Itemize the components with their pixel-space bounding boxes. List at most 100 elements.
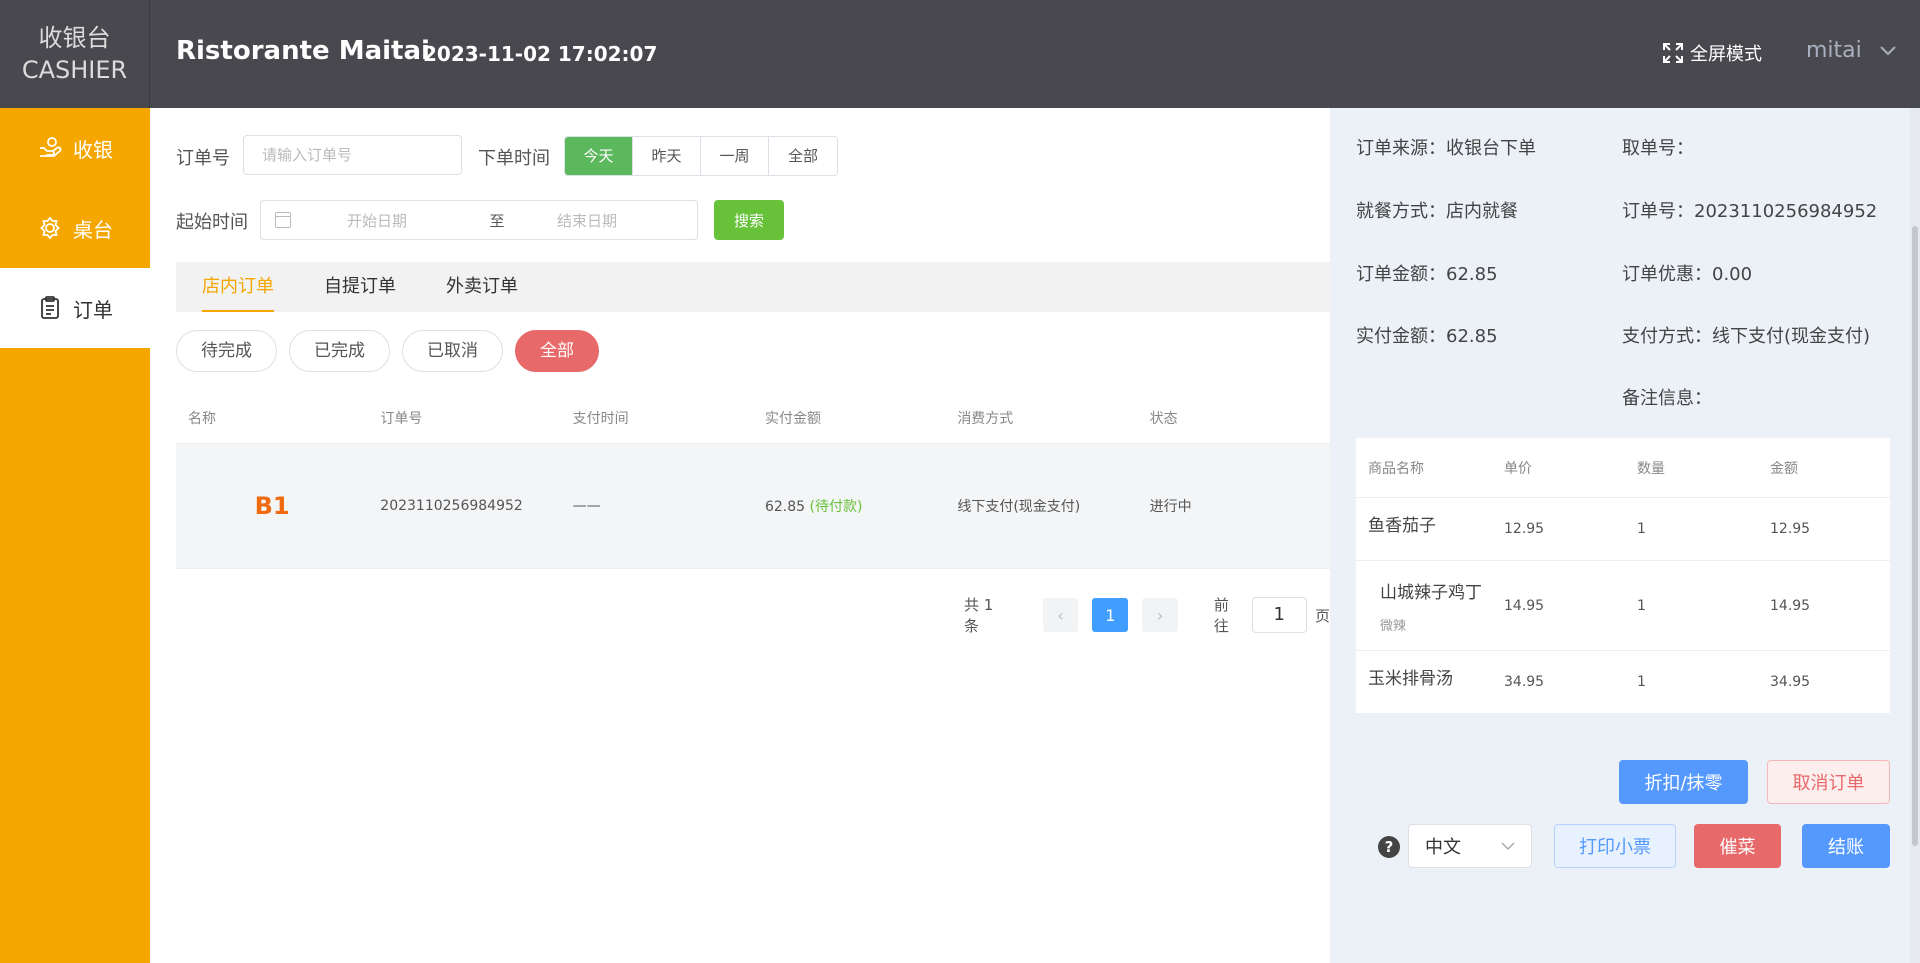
row-amount: 62.85 (待付款) (753, 496, 945, 516)
order-time-label: 下单时间 (478, 148, 550, 169)
status-filter: 待完成 已完成 已取消 全部 (176, 330, 599, 372)
next-page-button[interactable]: › (1142, 598, 1178, 632)
list-item: 鱼香茄子 12.95 1 12.95 (1356, 498, 1890, 561)
cancel-order-button[interactable]: 取消订单 (1767, 760, 1890, 804)
row-pay-time: —— (572, 498, 601, 514)
row-name: B1 (254, 492, 290, 520)
chevron-right-icon: › (1156, 605, 1164, 625)
app-logo: 收银台 CASHIER (0, 0, 150, 108)
range-separator: 至 (489, 211, 505, 230)
detail-order-no: 订单号：2023110256984952 (1622, 201, 1878, 222)
order-list-area: 订单号 下单时间 今天 昨天 一周 全部 起始时间 开始日期 至 结束日期 搜索… (150, 108, 1330, 963)
item-name: 玉米排骨汤 (1368, 668, 1453, 689)
chevron-left-icon: ‹ (1057, 605, 1064, 625)
sidebar-item-cashier[interactable]: 收银 (0, 108, 150, 188)
row-order-no: 2023110256984952 (380, 498, 523, 514)
status-completed[interactable]: 已完成 (289, 330, 390, 372)
time-option-all[interactable]: 全部 (769, 137, 837, 175)
item-total: 34.95 (1770, 674, 1811, 690)
page-jump: 前往 1 页 (1214, 594, 1330, 636)
item-spec: 微辣 (1380, 618, 1407, 634)
table-row[interactable]: B1 2023110256984952 —— 62.85 (待付款) 线下支付(… (176, 443, 1330, 569)
order-source: 订单来源：收银台下单 (1356, 138, 1536, 159)
urge-dish-button[interactable]: 催菜 (1694, 824, 1781, 868)
paid-amount: 实付金额：62.85 (1356, 326, 1498, 347)
order-items-table: 商品名称 单价 数量 金额 鱼香茄子 12.95 1 12.95 山城辣子鸡丁 … (1356, 438, 1890, 713)
user-menu[interactable]: mitai (1806, 38, 1896, 63)
list-item: 玉米排骨汤 34.95 1 34.95 (1356, 651, 1890, 713)
sidebar-item-order[interactable]: 订单 (0, 268, 150, 348)
prev-page-button[interactable]: ‹ (1042, 598, 1079, 632)
time-option-yesterday[interactable]: 昨天 (633, 137, 701, 175)
page-suffix: 页 (1314, 606, 1330, 625)
order-amount: 订单金额：62.85 (1356, 264, 1498, 285)
pager-total: 共 1 条 (964, 596, 994, 635)
dine-method: 就餐方式：店内就餐 (1356, 201, 1518, 222)
row-amount-value: 62.85 (764, 499, 806, 515)
pickup-no: 取单号： (1622, 138, 1694, 159)
order-discount: 订单优惠：0.00 (1622, 264, 1753, 285)
item-qty: 1 (1637, 674, 1646, 690)
logo-cn: 收银台 (38, 24, 111, 52)
discount-button[interactable]: 折扣/抹零 (1619, 760, 1748, 804)
pay-method: 支付方式：线下支付(现金支付) (1622, 326, 1871, 347)
item-price: 12.95 (1504, 521, 1545, 537)
start-time-label: 起始时间 (176, 212, 248, 233)
print-receipt-button[interactable]: 打印小票 (1554, 824, 1676, 868)
search-button[interactable]: 搜索 (714, 200, 784, 240)
end-date-input[interactable]: 结束日期 (527, 210, 647, 231)
scrollbar-thumb[interactable] (1912, 226, 1918, 846)
order-no-input[interactable] (243, 135, 462, 175)
tab-dine-in[interactable]: 店内订单 (202, 262, 274, 312)
date-range-picker[interactable]: 开始日期 至 结束日期 (260, 200, 698, 240)
chevron-down-icon (1880, 45, 1896, 55)
items-col-name: 商品名称 (1368, 460, 1424, 477)
item-total: 12.95 (1770, 521, 1811, 537)
row-amount-status: (待付款) (809, 499, 863, 515)
status-pending[interactable]: 待完成 (176, 330, 277, 372)
status-cancelled[interactable]: 已取消 (402, 330, 503, 372)
chevron-down-icon (1501, 841, 1515, 850)
order-detail-panel: 订单来源：收银台下单 取单号： 就餐方式：店内就餐 订单号：2023110256… (1330, 108, 1920, 963)
top-header: 收银台 CASHIER Ristorante Maitai 2023-11-02… (0, 0, 1920, 108)
item-qty: 1 (1637, 521, 1646, 537)
store-name: Ristorante Maitai (176, 36, 430, 66)
row-method: 线下支付(现金支付) (957, 499, 1081, 515)
order-type-tabs: 店内订单 自提订单 外卖订单 (176, 262, 1330, 312)
start-date-input[interactable]: 开始日期 (347, 210, 467, 231)
items-header: 商品名称 单价 数量 金额 (1356, 438, 1890, 498)
item-qty: 1 (1637, 597, 1646, 614)
sidebar-item-label: 桌台 (73, 217, 113, 242)
goto-page-input[interactable]: 1 (1251, 597, 1307, 633)
items-col-qty: 数量 (1637, 460, 1665, 477)
time-option-today[interactable]: 今天 (565, 137, 633, 175)
page-number[interactable]: 1 (1092, 598, 1129, 632)
order-no-label: 订单号 (176, 148, 230, 169)
status-all[interactable]: 全部 (515, 330, 599, 372)
language-select[interactable]: 中文 (1408, 824, 1532, 868)
list-item: 山城辣子鸡丁 微辣 14.95 1 14.95 (1356, 561, 1890, 651)
tab-pickup[interactable]: 自提订单 (324, 262, 396, 312)
help-icon[interactable]: ? (1378, 836, 1400, 858)
sidebar-item-label: 收银 (73, 137, 113, 162)
checkout-button[interactable]: 结账 (1802, 824, 1890, 868)
pagination: 共 1 条 ‹ 1 › 前往 1 页 (964, 594, 1330, 636)
sidebar-item-table[interactable]: 桌台 (0, 188, 150, 268)
items-col-total: 金额 (1770, 460, 1798, 477)
fullscreen-icon (1663, 43, 1683, 63)
language-value: 中文 (1425, 837, 1461, 858)
time-option-week[interactable]: 一周 (701, 137, 769, 175)
item-name-cell: 山城辣子鸡丁 微辣 (1356, 578, 1492, 634)
order-icon (41, 296, 59, 319)
panel-scrollbar[interactable] (1910, 108, 1920, 963)
cashier-icon (40, 137, 62, 157)
item-price: 34.95 (1504, 674, 1545, 690)
row-status: 进行中 (1149, 499, 1192, 515)
sidebar: 收银 桌台 订单 (0, 108, 150, 963)
calendar-icon (275, 212, 291, 228)
fullscreen-button[interactable]: 全屏模式 (1662, 40, 1762, 66)
item-name: 鱼香茄子 (1368, 515, 1436, 536)
user-name: mitai (1806, 38, 1862, 63)
tab-delivery[interactable]: 外卖订单 (446, 262, 518, 312)
sidebar-item-label: 订单 (73, 297, 113, 322)
